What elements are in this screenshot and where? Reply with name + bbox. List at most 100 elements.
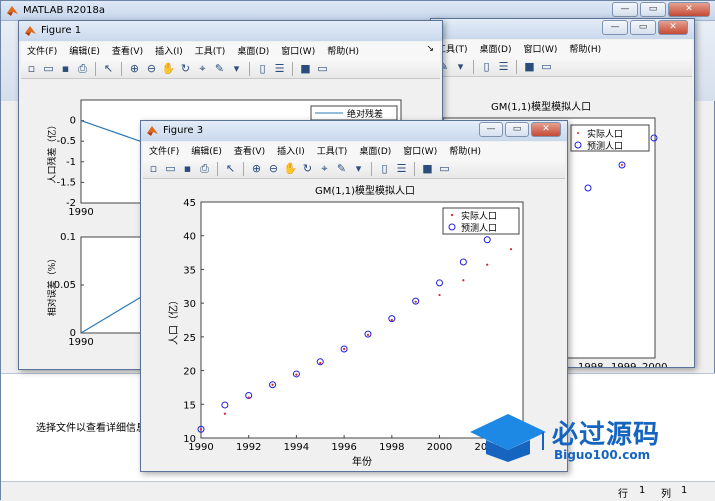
zoom-in-icon[interactable]: ⊕ [249,161,264,176]
pan-icon[interactable]: ✋ [161,61,176,76]
legend-icon[interactable]: ☰ [272,61,287,76]
main-close-button[interactable]: ✕ [668,2,710,17]
figure1-title: Figure 1 [41,25,82,36]
zoom-out-icon[interactable]: ⊖ [266,161,281,176]
figure1-menu-desktop[interactable]: 桌面(D) [231,42,275,59]
status-row-value: 1 [639,485,646,496]
figure2-close-button[interactable]: ✕ [658,20,688,35]
figure3-maximize-button[interactable]: ▭ [505,122,529,137]
status-bar: 行 1 列 1 [1,481,715,501]
figure3-xlabel: 年份 [352,455,372,468]
figure1-bottom-ylabel: 相对误差（%） [46,254,58,317]
figure2-maximize-button[interactable]: ▭ [630,20,656,35]
figure3-menu-view[interactable]: 查看(V) [228,142,271,159]
rotate-icon[interactable]: ↻ [178,61,193,76]
figure1-menu-edit[interactable]: 编辑(E) [63,42,106,59]
figure3-menu-edit[interactable]: 编辑(E) [185,142,228,159]
pan-icon[interactable]: ✋ [283,161,298,176]
figure1-menu-file[interactable]: 文件(F) [21,42,63,59]
save-icon[interactable]: ▪ [180,161,195,176]
save-icon[interactable]: ▪ [58,61,73,76]
figure3-menu-tools[interactable]: 工具(T) [311,142,354,159]
watermark-title: 必过源码 [552,420,661,450]
open-file-icon[interactable]: ▭ [163,161,178,176]
show-icon[interactable]: ▭ [539,59,554,74]
show-icon[interactable]: ▭ [437,161,452,176]
figure3-toolbar: ▫ ▭ ▪ ⎙ ↖ ⊕ ⊖ ✋ ↻ ⌖ ✎ ▾ ▯ ☰ ■ ▭ [143,159,565,179]
figure2-chart-title: GM(1,1)模型模拟人口 [491,100,591,113]
figure1-menu-help[interactable]: 帮助(H) [321,42,365,59]
rotate-icon[interactable]: ↻ [300,161,315,176]
figure3-ytick-label: 25 [183,333,196,344]
print-icon[interactable]: ⎙ [197,161,212,176]
figure3-actual-point [509,248,513,251]
main-maximize-button[interactable]: ▭ [640,2,666,17]
figure3-actual-point [247,396,250,399]
legend-icon[interactable]: ☰ [496,59,511,74]
figure2-menubar: 工具(T) 桌面(D) 窗口(W) 帮助(H) [431,40,692,57]
open-file-icon[interactable]: ▭ [41,61,56,76]
figure3-actual-point [414,300,417,303]
figure3-menu-help[interactable]: 帮助(H) [443,142,487,159]
figure3-menu-desktop[interactable]: 桌面(D) [353,142,397,159]
hide-icon[interactable]: ■ [420,161,435,176]
figure3-menu-window[interactable]: 窗口(W) [397,142,443,159]
figure1-menu-window[interactable]: 窗口(W) [275,42,321,59]
print-icon[interactable]: ⎙ [75,61,90,76]
new-file-icon[interactable]: ▫ [24,61,39,76]
figure2-menu-window[interactable]: 窗口(W) [517,40,563,57]
colorbar-icon[interactable]: ▯ [255,61,270,76]
legend-icon[interactable]: ☰ [394,161,409,176]
figure1-top-ytick-label: -1.5 [56,177,76,188]
zoom-out-icon[interactable]: ⊖ [144,61,159,76]
link-icon[interactable]: ▾ [351,161,366,176]
figure1-menubar: 文件(F) 编辑(E) 查看(V) 插入(I) 工具(T) 桌面(D) 窗口(W… [21,42,440,59]
figure3-minimize-button[interactable]: — [479,122,503,137]
figure3-ylabel: 人口（亿） [167,295,180,345]
figure1-dock-arrow-icon[interactable]: ↘ [426,44,434,54]
pointer-icon[interactable]: ↖ [101,61,116,76]
figure2-titlebar[interactable]: — ▭ ✕ [431,19,694,39]
figure3-axes [200,201,524,439]
main-minimize-button[interactable]: — [612,2,638,17]
figure1-bottom-ytick-label: 0.1 [60,232,76,243]
pointer-icon[interactable]: ↖ [223,161,238,176]
colorbar-icon[interactable]: ▯ [479,59,494,74]
brush-icon[interactable]: ✎ [334,161,349,176]
link-icon[interactable]: ▾ [453,59,468,74]
figure1-menu-tools[interactable]: 工具(T) [189,42,232,59]
file-details-hint: 选择文件以查看详细信息 [36,423,146,434]
figure3-actual-point [271,383,274,386]
figure2-legend-actual-marker [577,132,579,134]
data-cursor-icon[interactable]: ⌖ [195,61,210,76]
show-icon[interactable]: ▭ [315,61,330,76]
hide-icon[interactable]: ■ [298,61,313,76]
link-icon[interactable]: ▾ [229,61,244,76]
figure2-menu-desktop[interactable]: 桌面(D) [474,40,518,57]
status-col-value: 1 [681,485,688,496]
hide-icon[interactable]: ■ [522,59,537,74]
figure3-actual-point [319,362,322,365]
figure1-titlebar[interactable]: Figure 1 [19,21,442,41]
figure3-menu-insert[interactable]: 插入(I) [271,142,311,159]
new-file-icon[interactable]: ▫ [146,161,161,176]
watermark: 必过源码 Biguo100.com [468,408,688,468]
data-cursor-icon[interactable]: ⌖ [317,161,332,176]
figure1-menu-view[interactable]: 查看(V) [106,42,149,59]
brush-icon[interactable]: ✎ [212,61,227,76]
graduation-cap-icon [470,414,546,462]
status-row-label: 行 [618,489,628,500]
figure3-ytick-label: 10 [183,434,196,445]
figure3-menu-file[interactable]: 文件(F) [143,142,185,159]
figure3-actual-point [223,412,226,415]
figure3-actual-point [343,347,346,351]
figure3-close-button[interactable]: ✕ [531,122,561,137]
figure2-minimize-button[interactable]: — [602,20,628,35]
figure3-legend-pred-label: 预测人口 [461,223,497,234]
figure2-menu-help[interactable]: 帮助(H) [563,40,607,57]
zoom-in-icon[interactable]: ⊕ [127,61,142,76]
figure1-menu-insert[interactable]: 插入(I) [149,42,189,59]
figure3-titlebar[interactable]: Figure 3 — ▭ ✕ [141,121,567,141]
figure1-top-ytick-label: -0.5 [56,136,76,147]
colorbar-icon[interactable]: ▯ [377,161,392,176]
